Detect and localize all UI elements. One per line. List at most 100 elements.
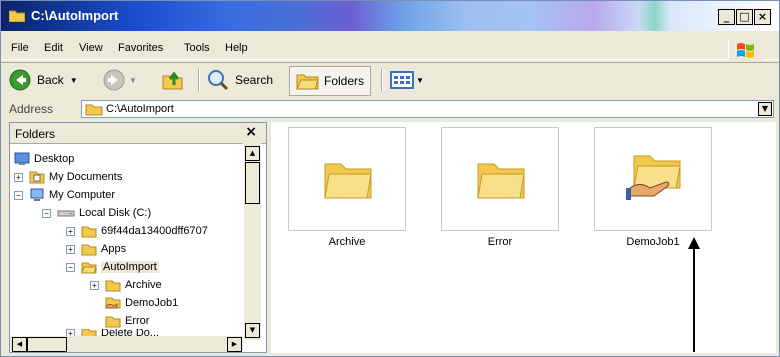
folder-open-icon: [81, 262, 97, 273]
back-arrow-icon: [9, 69, 31, 91]
window-title: C:\AutoImport: [31, 8, 119, 23]
scroll-up-button[interactable]: ▲: [245, 146, 260, 161]
menu-view[interactable]: View: [79, 42, 103, 54]
chevron-down-icon[interactable]: ▼: [129, 76, 137, 85]
menu-file[interactable]: File: [11, 42, 29, 54]
expand-toggle[interactable]: −: [14, 190, 23, 200]
scroll-left-button[interactable]: ◀: [12, 337, 27, 352]
folders-icon: [296, 74, 319, 90]
tree-label: Desktop: [34, 153, 75, 165]
tree-item-archive[interactable]: + Archive: [90, 276, 162, 294]
tree-item-desktop[interactable]: Desktop: [14, 150, 74, 168]
menu-favorites[interactable]: Favorites: [118, 42, 163, 54]
chevron-down-icon[interactable]: ▼: [416, 76, 424, 85]
horizontal-scrollbar[interactable]: ◀ ▶: [10, 336, 243, 352]
address-input[interactable]: C:\AutoImport ▼: [81, 100, 774, 118]
views-button[interactable]: ▼: [390, 63, 424, 97]
folder-icon: [85, 104, 103, 116]
tree-label: DemoJob1: [125, 297, 179, 309]
item-label-error[interactable]: Error: [441, 236, 559, 248]
tree-label: My Documents: [49, 171, 123, 183]
scroll-thumb[interactable]: [27, 337, 67, 352]
scroll-right-button[interactable]: ▶: [227, 337, 242, 352]
forward-arrow-icon: [103, 69, 125, 91]
tree-label: 69f44da13400dff6707: [101, 225, 208, 237]
shared-folder-icon: [626, 155, 681, 200]
tree-item-local-disk[interactable]: − Local Disk (C:): [42, 204, 151, 222]
folders-pane-header: Folders ×: [10, 123, 266, 144]
close-button[interactable]: ×: [754, 9, 771, 25]
title-bar[interactable]: C:\AutoImport _ □ ×: [1, 1, 779, 31]
item-label-archive[interactable]: Archive: [288, 236, 406, 248]
address-value: C:\AutoImport: [106, 103, 174, 115]
folders-button[interactable]: Folders: [289, 66, 372, 96]
drive-icon: [57, 210, 75, 217]
folders-label: Folders: [324, 74, 365, 88]
annotation-arrow: [693, 248, 695, 352]
search-label: Search: [235, 73, 274, 87]
arrow-head: [688, 237, 700, 249]
back-button[interactable]: Back ▼: [9, 63, 78, 97]
folder-icon: [105, 280, 121, 291]
search-button[interactable]: Search: [206, 63, 273, 97]
tree-item-apps[interactable]: + Apps: [66, 240, 126, 258]
tree-item-error[interactable]: Error: [105, 312, 149, 330]
tree-item-my-documents[interactable]: + My Documents: [14, 168, 122, 186]
folders-pane: Folders × Desktop + My Documents − My Co…: [9, 122, 267, 353]
maximize-button[interactable]: □: [736, 9, 753, 25]
item-tile-archive[interactable]: [288, 127, 406, 231]
tree-label: Apps: [101, 243, 127, 255]
address-bar: Address C:\AutoImport ▼: [1, 97, 779, 121]
folder-icon: [324, 163, 372, 199]
my-documents-icon: [29, 171, 45, 184]
menu-bar: File Edit View Favorites Tools Help: [1, 39, 779, 60]
tree-item-demojob1[interactable]: DemoJob1: [105, 294, 178, 312]
address-label: Address: [9, 102, 54, 116]
scroll-down-button[interactable]: ▼: [245, 323, 260, 338]
folder-icon: [81, 244, 97, 255]
minimize-button[interactable]: _: [718, 9, 735, 25]
folder-icon: [105, 316, 121, 327]
chevron-down-icon[interactable]: ▼: [70, 76, 78, 85]
windows-flag-icon: [737, 43, 754, 58]
scroll-thumb[interactable]: [245, 162, 260, 204]
item-tile-error[interactable]: [441, 127, 559, 231]
vertical-scrollbar[interactable]: ▲ ▼: [243, 143, 261, 340]
content-view: Archive Error DemoJob1: [271, 122, 776, 353]
folders-pane-title: Folders: [15, 127, 56, 141]
expand-toggle[interactable]: +: [66, 244, 75, 254]
folder-icon: [477, 163, 525, 199]
menu-help[interactable]: Help: [225, 42, 248, 54]
back-label: Back: [37, 73, 64, 87]
tree-item-autoimport[interactable]: − AutoImport: [66, 258, 159, 276]
desktop-icon: [14, 152, 30, 165]
tree-label: My Computer: [49, 189, 116, 201]
forward-button[interactable]: ▼: [103, 63, 137, 97]
toolbar-separator: [381, 69, 383, 91]
folder-icon: [81, 226, 97, 237]
windows-logo: [728, 40, 763, 60]
explorer-window: C:\AutoImport _ □ × File Edit View Favor…: [0, 0, 780, 357]
expand-toggle[interactable]: −: [42, 208, 51, 218]
toolbar-separator: [198, 69, 200, 91]
expand-toggle[interactable]: −: [66, 262, 75, 272]
item-tile-demojob1[interactable]: [594, 127, 712, 231]
folder-icon: [9, 10, 25, 22]
expand-toggle[interactable]: +: [14, 172, 23, 182]
my-computer-icon: [30, 188, 44, 201]
search-icon: [208, 70, 229, 91]
expand-toggle[interactable]: +: [66, 226, 75, 236]
tree-item-my-computer[interactable]: − My Computer: [14, 186, 115, 204]
views-icon: [390, 71, 414, 89]
tree-label: AutoImport: [101, 261, 159, 273]
tree-label: Local Disk (C:): [79, 207, 152, 219]
close-pane-button[interactable]: ×: [245, 124, 257, 140]
tree-label: Error: [125, 315, 150, 327]
up-folder-icon: [162, 71, 183, 90]
address-dropdown-button[interactable]: ▼: [758, 102, 772, 116]
expand-toggle[interactable]: +: [90, 280, 99, 290]
up-folder-button[interactable]: [161, 63, 185, 97]
tree-item-folder-69f44[interactable]: + 69f44da13400dff6707: [66, 222, 208, 240]
menu-tools[interactable]: Tools: [184, 42, 210, 54]
menu-edit[interactable]: Edit: [44, 42, 63, 54]
